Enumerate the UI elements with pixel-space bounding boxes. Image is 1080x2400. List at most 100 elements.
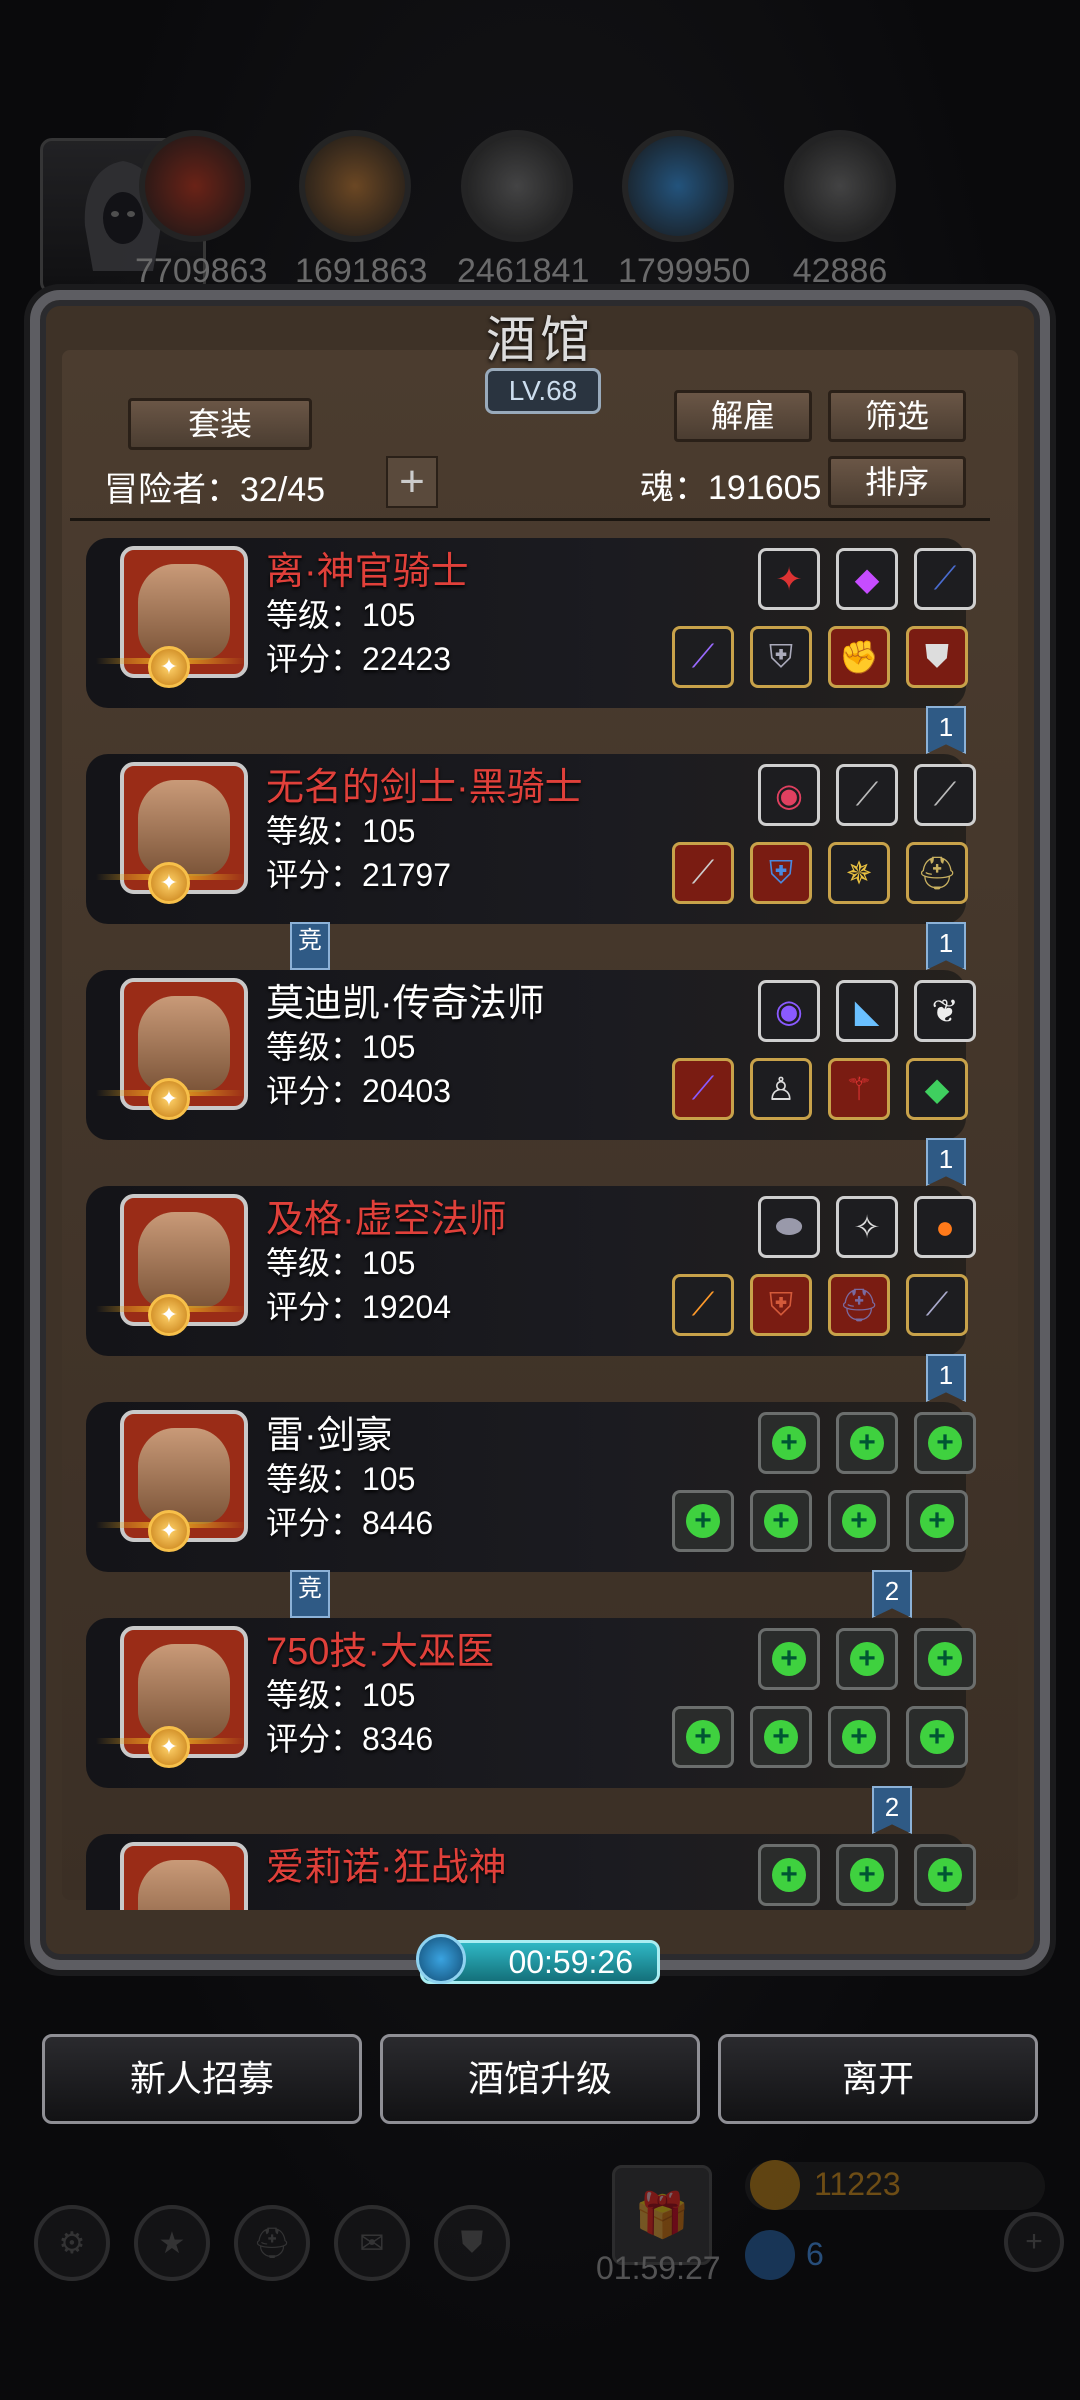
hero-face-icon: [138, 996, 230, 1092]
gear-icon[interactable]: ⚙: [34, 2205, 110, 2281]
hero-level: 等级：105: [266, 1245, 416, 1281]
hero-face-icon: [138, 780, 230, 876]
equipment-slot[interactable]: ✦: [758, 548, 820, 610]
steel-icon: [784, 130, 896, 242]
sort-button[interactable]: 排序: [828, 456, 966, 508]
equipment-slot[interactable]: ◣: [836, 980, 898, 1042]
equipment-slot[interactable]: ⟋: [672, 1058, 734, 1120]
resource-item[interactable]: 2461841: [457, 130, 589, 291]
resource-item[interactable]: 1691863: [295, 130, 427, 291]
hero-portrait[interactable]: [120, 1842, 248, 1910]
equipment-slot[interactable]: ⛑: [828, 1274, 890, 1336]
equipment-slot[interactable]: ⛨: [750, 626, 812, 688]
plus-icon: +: [764, 1720, 798, 1754]
plus-icon: +: [772, 1642, 806, 1676]
equipment-slot[interactable]: ⟋: [906, 1274, 968, 1336]
empty-equipment-slot[interactable]: +: [828, 1490, 890, 1552]
empty-equipment-slot[interactable]: +: [758, 1412, 820, 1474]
empty-equipment-slot[interactable]: +: [914, 1412, 976, 1474]
equipment-slot[interactable]: ✵: [828, 842, 890, 904]
resource-value: 7709863: [135, 252, 268, 290]
empty-equipment-slot[interactable]: +: [828, 1706, 890, 1768]
equipment-slot[interactable]: ✧: [836, 1196, 898, 1258]
greatsword-icon: ⟋: [691, 854, 715, 890]
hero-name: 雷·剑豪: [266, 1415, 393, 1457]
fire-orb-icon: ●: [935, 1208, 955, 1245]
equipment-slot[interactable]: ⟋: [672, 842, 734, 904]
gem-icon: ◆: [854, 561, 880, 597]
empty-equipment-slot[interactable]: +: [836, 1628, 898, 1690]
bow-icon: ⟋: [933, 560, 957, 596]
equipment-slot[interactable]: ◆: [836, 548, 898, 610]
hero-card[interactable]: ✦ 离·神官骑士 等级：105 评分：22423 ✦ ◆ ⟋ ⟋ ⛨ ✊ ⛊ 1: [86, 530, 976, 754]
orb-icon: ◉: [775, 993, 803, 1029]
empty-equipment-slot[interactable]: +: [750, 1706, 812, 1768]
empty-equipment-slot[interactable]: +: [914, 1628, 976, 1690]
equipment-slot[interactable]: ⛊: [906, 626, 968, 688]
set-button[interactable]: 套装: [128, 398, 312, 450]
plus-icon: +: [686, 1720, 720, 1754]
empty-equipment-slot[interactable]: +: [906, 1706, 968, 1768]
resource-item[interactable]: 1799950: [618, 130, 750, 291]
hero-score: 评分：8346: [266, 1721, 434, 1757]
equipment-slot[interactable]: ✊: [828, 626, 890, 688]
hero-list[interactable]: ✦ 离·神官骑士 等级：105 评分：22423 ✦ ◆ ⟋ ⟋ ⛨ ✊ ⛊ 1 ✦ 无名的剑士·黑骑士等…: [80, 530, 1000, 1910]
hero-card[interactable]: ✦ 无名的剑士·黑骑士 等级：105 评分：21797 ◉ ⟋ ⟋ ⟋ ⛨ ✵ ⛑ 1 竞: [86, 746, 976, 970]
equipment-slot[interactable]: ⟋: [914, 548, 976, 610]
equipment-slot[interactable]: ⬬: [758, 1196, 820, 1258]
dismiss-button[interactable]: 解雇: [674, 390, 812, 442]
resource-item[interactable]: 7709863: [135, 130, 268, 291]
hero-card[interactable]: ✦ 雷·剑豪 等级：105 评分：8446 + + + + + + +2 竞: [86, 1394, 976, 1618]
recruit-button[interactable]: 新人招募: [42, 2034, 362, 2124]
crystal-icon: [622, 130, 734, 242]
empty-equipment-slot[interactable]: +: [758, 1628, 820, 1690]
equipment-slot[interactable]: ❦: [914, 980, 976, 1042]
empty-equipment-slot[interactable]: +: [836, 1412, 898, 1474]
hero-card[interactable]: ✦爱莉诺·狂战神+++: [86, 1826, 976, 1910]
hero-card[interactable]: ✦ 750技·大巫医 等级：105 评分：8346 + + + + + + +2: [86, 1610, 976, 1834]
add-currency-icon[interactable]: +: [1004, 2212, 1064, 2272]
equipment-slot[interactable]: ♙: [750, 1058, 812, 1120]
hero-score: 评分：22423: [266, 641, 451, 677]
filter-button[interactable]: 筛选: [828, 390, 966, 442]
mail-icon[interactable]: ✉: [334, 2205, 410, 2281]
hero-name: 750技·大巫医: [266, 1631, 495, 1673]
equipment-slot[interactable]: ◉: [758, 764, 820, 826]
boots-icon: ◣: [854, 993, 880, 1029]
star-icon[interactable]: ★: [134, 2205, 210, 2281]
armor-icon: ⛨: [768, 638, 793, 674]
empty-equipment-slot[interactable]: +: [758, 1844, 820, 1906]
hero-card[interactable]: ✦ 莫迪凯·传奇法师 等级：105 评分：20403 ◉ ◣ ❦ ⟋ ♙ ⚚ ◆ 1: [86, 962, 976, 1186]
resource-item[interactable]: 42886: [780, 130, 900, 291]
leave-button[interactable]: 离开: [718, 2034, 1038, 2124]
empty-equipment-slot[interactable]: +: [672, 1706, 734, 1768]
rank-star-icon: ✦: [148, 862, 190, 904]
equipment-slot[interactable]: ●: [914, 1196, 976, 1258]
empty-equipment-slot[interactable]: +: [906, 1490, 968, 1552]
plus-icon: +: [764, 1504, 798, 1538]
empty-equipment-slot[interactable]: +: [914, 1844, 976, 1906]
equipment-slot[interactable]: ⟋: [914, 764, 976, 826]
helmet-icon[interactable]: ⛑: [234, 2205, 310, 2281]
empty-equipment-slot[interactable]: +: [836, 1844, 898, 1906]
empty-equipment-slot[interactable]: +: [672, 1490, 734, 1552]
equipment-slot[interactable]: ◆: [906, 1058, 968, 1120]
empty-equipment-slot[interactable]: +: [750, 1490, 812, 1552]
equipment-slot[interactable]: ◉: [758, 980, 820, 1042]
equipment-slot[interactable]: ⟋: [672, 1274, 734, 1336]
upgrade-tavern-button[interactable]: 酒馆升级: [380, 2034, 700, 2124]
hero-card[interactable]: ✦ 及格·虚空法师 等级：105 评分：19204 ⬬ ✧ ● ⟋ ⛨ ⛑ ⟋ 1: [86, 1178, 976, 1402]
shield-icon[interactable]: ⛊: [434, 2205, 510, 2281]
robe-icon: ♙: [766, 1071, 796, 1107]
equipment-slot[interactable]: ⟋: [672, 626, 734, 688]
add-slot-button[interactable]: +: [386, 456, 438, 508]
pendant-icon: ⚚: [844, 1071, 874, 1107]
plus-icon: +: [850, 1642, 884, 1676]
equipment-slot[interactable]: ⛑: [906, 842, 968, 904]
equipment-slot[interactable]: ⚚: [828, 1058, 890, 1120]
hero-level: 等级：105: [266, 597, 416, 633]
equipment-slot[interactable]: ⛨: [750, 842, 812, 904]
equipment-slot[interactable]: ⛨: [750, 1274, 812, 1336]
equipment-slot[interactable]: ⟋: [836, 764, 898, 826]
helmet-icon: ⛑: [838, 1287, 880, 1323]
